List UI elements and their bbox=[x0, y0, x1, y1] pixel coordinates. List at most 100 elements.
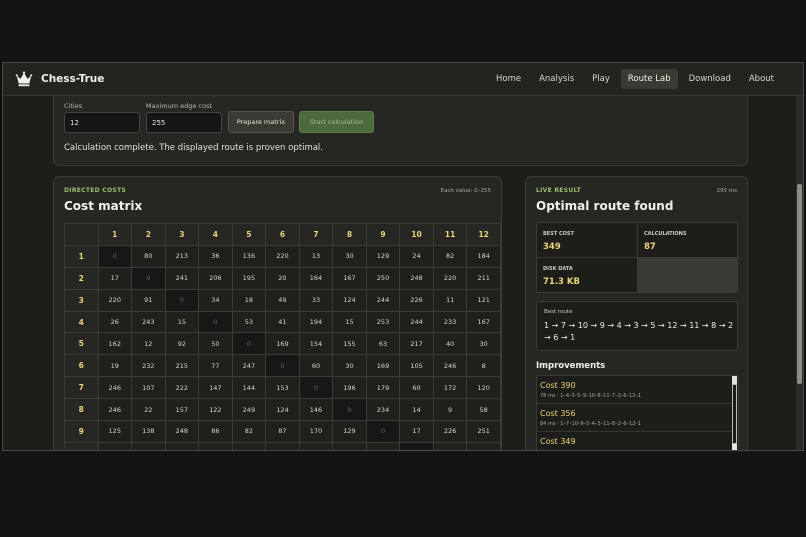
matrix-cell[interactable]: 82 bbox=[432, 244, 468, 268]
matrix-cell[interactable]: 34 bbox=[198, 288, 233, 312]
matrix-cell[interactable]: 248 bbox=[399, 266, 434, 290]
matrix-cell[interactable]: 120 bbox=[97, 441, 133, 450]
matrix-cell[interactable]: 92 bbox=[164, 332, 200, 356]
matrix-cell[interactable]: 220 bbox=[97, 288, 133, 312]
matrix-cell[interactable]: 246 bbox=[432, 354, 468, 378]
matrix-cell[interactable]: 41 bbox=[265, 310, 300, 334]
matrix-cell[interactable]: 172 bbox=[432, 376, 468, 400]
matrix-cell[interactable]: 144 bbox=[231, 376, 267, 400]
matrix-cell[interactable]: 164 bbox=[298, 266, 334, 290]
matrix-cell[interactable]: 234 bbox=[365, 398, 401, 422]
improvement-item[interactable]: Cost 390 78 ms · 1–4–3–5–9–10–8–11–7–2–6–… bbox=[537, 376, 733, 404]
matrix-cell[interactable]: 179 bbox=[365, 376, 401, 400]
matrix-cell[interactable]: 206 bbox=[198, 266, 233, 290]
improvement-item[interactable]: Cost 356 84 ms · 1–7–10–9–5–4–3–11–8–2–6–… bbox=[537, 404, 733, 432]
matrix-cell[interactable]: 15 bbox=[164, 310, 200, 334]
nav-play[interactable]: Play bbox=[585, 69, 617, 89]
matrix-cell[interactable]: 246 bbox=[97, 398, 133, 422]
prepare-matrix-button[interactable]: Prepare matrix bbox=[228, 111, 294, 133]
matrix-cell[interactable]: 0 bbox=[332, 398, 367, 422]
matrix-cell[interactable]: 107 bbox=[131, 376, 166, 400]
matrix-cell[interactable]: 125 bbox=[97, 420, 133, 443]
start-calculation-button[interactable]: Start calculation bbox=[299, 111, 374, 133]
matrix-cell[interactable]: 211 bbox=[466, 266, 501, 290]
matrix-cell[interactable]: 77 bbox=[198, 354, 233, 378]
matrix-cell[interactable]: 217 bbox=[399, 332, 434, 356]
matrix-cell[interactable]: 0 bbox=[164, 288, 200, 312]
matrix-cell[interactable]: 247 bbox=[231, 354, 267, 378]
matrix-cell[interactable]: 220 bbox=[432, 266, 468, 290]
matrix-cell[interactable]: 184 bbox=[466, 244, 501, 268]
matrix-cell[interactable]: 243 bbox=[131, 310, 166, 334]
matrix-cell[interactable]: 246 bbox=[97, 376, 133, 400]
matrix-cell[interactable]: 0 bbox=[97, 244, 133, 268]
matrix-cell[interactable]: 157 bbox=[164, 398, 200, 422]
matrix-cell[interactable]: 15 bbox=[332, 310, 367, 334]
matrix-cell[interactable]: 226 bbox=[399, 288, 434, 312]
matrix-cell[interactable]: 12 bbox=[131, 332, 166, 356]
matrix-cell[interactable]: 154 bbox=[298, 332, 334, 356]
matrix-cell[interactable]: 30 bbox=[332, 354, 367, 378]
matrix-cell[interactable]: 220 bbox=[265, 244, 300, 268]
matrix-cell[interactable]: 20 bbox=[265, 266, 300, 290]
matrix-cell[interactable]: 87 bbox=[265, 420, 300, 443]
matrix-cell[interactable]: 91 bbox=[131, 288, 166, 312]
matrix-cell[interactable]: 24 bbox=[399, 244, 434, 268]
matrix-cell[interactable]: 241 bbox=[164, 266, 200, 290]
matrix-cell[interactable]: 160 bbox=[131, 441, 166, 450]
matrix-cell[interactable]: 0 bbox=[231, 332, 267, 356]
matrix-cell[interactable]: 253 bbox=[365, 310, 401, 334]
matrix-cell[interactable]: 33 bbox=[298, 288, 334, 312]
matrix-cell[interactable]: 26 bbox=[97, 310, 133, 334]
improvements-list[interactable]: Cost 349 Cost 356 84 ms · 1–7–10–9–5–4–3–1… bbox=[536, 375, 739, 450]
matrix-cell[interactable]: 41 bbox=[365, 441, 401, 450]
max-cost-input[interactable]: 255 bbox=[146, 112, 222, 133]
matrix-cell[interactable]: 53 bbox=[231, 310, 267, 334]
matrix-cell[interactable]: 147 bbox=[198, 376, 233, 400]
matrix-cell[interactable]: 120 bbox=[466, 376, 501, 400]
nav-analysis[interactable]: Analysis bbox=[532, 69, 581, 89]
matrix-cell[interactable]: 20 bbox=[332, 441, 367, 450]
matrix-cell[interactable]: 64 bbox=[164, 441, 200, 450]
matrix-cell[interactable]: 129 bbox=[332, 420, 367, 443]
matrix-cell[interactable]: 213 bbox=[164, 244, 200, 268]
matrix-cell[interactable]: 129 bbox=[365, 244, 401, 268]
matrix-cell[interactable]: 30 bbox=[466, 332, 501, 356]
matrix-cell[interactable]: 249 bbox=[231, 398, 267, 422]
matrix-cell[interactable]: 19 bbox=[97, 354, 133, 378]
matrix-cell[interactable]: 14 bbox=[399, 398, 434, 422]
page-scrollbar[interactable] bbox=[796, 96, 803, 450]
matrix-cell[interactable]: 170 bbox=[298, 420, 334, 443]
matrix-cell[interactable]: 121 bbox=[466, 288, 501, 312]
matrix-cell[interactable]: 162 bbox=[97, 332, 133, 356]
matrix-cell[interactable]: 251 bbox=[466, 420, 501, 443]
nav-about[interactable]: About bbox=[742, 69, 781, 89]
matrix-cell[interactable]: 0 bbox=[198, 310, 233, 334]
page-scrollbar-thumb[interactable] bbox=[797, 184, 802, 384]
matrix-cell[interactable]: 226 bbox=[432, 420, 468, 443]
matrix-cell[interactable]: 253 bbox=[432, 441, 468, 450]
matrix-cell[interactable]: 60 bbox=[399, 376, 434, 400]
matrix-cell[interactable]: 233 bbox=[432, 310, 468, 334]
nav-route-lab[interactable]: Route Lab bbox=[620, 69, 678, 89]
matrix-cell[interactable]: 146 bbox=[298, 398, 334, 422]
matrix-cell[interactable]: 194 bbox=[298, 310, 334, 334]
matrix-cell[interactable]: 155 bbox=[332, 332, 367, 356]
matrix-cell[interactable]: 153 bbox=[265, 376, 300, 400]
matrix-cell[interactable]: 222 bbox=[164, 376, 200, 400]
matrix-cell[interactable]: 248 bbox=[164, 420, 200, 443]
matrix-cell[interactable]: 169 bbox=[265, 332, 300, 356]
matrix-cell[interactable]: 0 bbox=[399, 441, 434, 450]
matrix-cell[interactable]: 58 bbox=[466, 398, 501, 422]
nav-home[interactable]: Home bbox=[489, 69, 528, 89]
matrix-cell[interactable]: 105 bbox=[399, 354, 434, 378]
matrix-cell[interactable]: 86 bbox=[198, 420, 233, 443]
matrix-cell[interactable]: 8 bbox=[466, 354, 501, 378]
improvement-item[interactable]: Cost 349 bbox=[537, 432, 733, 450]
matrix-cell[interactable]: 0 bbox=[298, 376, 334, 400]
matrix-cell[interactable]: 196 bbox=[332, 376, 367, 400]
matrix-cell[interactable]: 60 bbox=[298, 354, 334, 378]
matrix-cell[interactable]: 82 bbox=[231, 420, 267, 443]
brand[interactable]: Chess-True bbox=[15, 70, 104, 88]
matrix-cell[interactable]: 195 bbox=[231, 266, 267, 290]
